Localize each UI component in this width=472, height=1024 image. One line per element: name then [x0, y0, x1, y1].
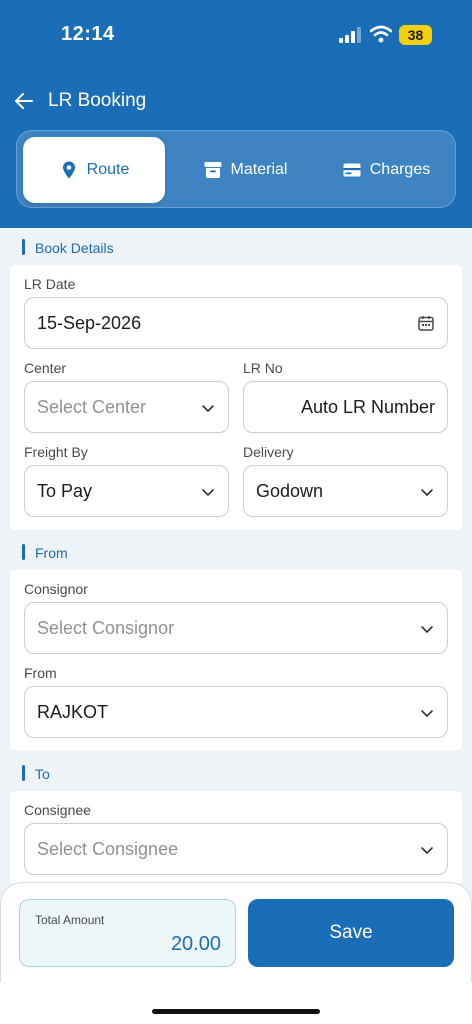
section-header-to: To [10, 755, 462, 791]
chevron-down-icon [421, 489, 433, 496]
tab-route[interactable]: Route [23, 137, 165, 203]
lr-no-label: LR No [243, 360, 283, 376]
delivery-label: Delivery [243, 444, 294, 460]
save-button[interactable]: Save [248, 899, 454, 967]
status-bar: 12:14 38 [0, 0, 472, 70]
consignor-placeholder: Select Consignor [37, 618, 175, 638]
to-card: Consignee Select Consignee [10, 791, 462, 883]
total-amount-label: Total Amount [35, 913, 105, 927]
wifi-icon [370, 25, 392, 43]
chevron-down-icon [202, 405, 214, 412]
back-arrow-icon[interactable] [12, 89, 36, 113]
card-icon [343, 163, 361, 177]
consignee-select[interactable]: Select Consignee [24, 823, 448, 875]
lr-date-field[interactable]: 15-Sep-2026 [24, 297, 448, 349]
consignor-label: Consignor [24, 581, 88, 597]
total-amount-value: 20.00 [170, 933, 221, 955]
freight-by-value: To Pay [37, 481, 93, 501]
from-city-label: From [24, 665, 57, 681]
tab-charges[interactable]: Charges [321, 137, 451, 203]
consignee-label: Consignee [24, 802, 91, 818]
signal-icon [339, 27, 361, 43]
consignor-select[interactable]: Select Consignor [24, 602, 448, 654]
lr-date-label: LR Date [24, 276, 76, 292]
section-title: To [35, 766, 50, 782]
chevron-down-icon [421, 626, 433, 633]
section-title: From [35, 545, 68, 561]
from-city-value: RAJKOT [37, 702, 109, 722]
book-details-card: LR Date 15-Sep-2026 Center Select Center… [10, 265, 462, 530]
chevron-down-icon [202, 489, 214, 496]
chevron-down-icon [421, 710, 433, 717]
app-header: 12:14 38 LR Booking Route Material Charg… [0, 0, 472, 228]
delivery-select[interactable]: Godown [243, 465, 448, 517]
status-time: 12:14 [61, 23, 115, 45]
section-accent-bar [22, 765, 25, 781]
section-accent-bar [22, 544, 25, 560]
lr-no-field[interactable]: Auto LR Number [243, 381, 448, 433]
consignee-placeholder: Select Consignee [37, 839, 179, 859]
center-select[interactable]: Select Center [24, 381, 229, 433]
from-card: Consignor Select Consignor From RAJKOT [10, 570, 462, 750]
home-indicator[interactable] [152, 1009, 320, 1014]
lr-no-value: Auto LR Number [300, 397, 435, 417]
section-title: Book Details [35, 240, 114, 256]
delivery-value: Godown [256, 481, 324, 501]
section-header-book-details: Book Details [10, 229, 462, 265]
total-amount-box: Total Amount 20.00 [19, 899, 236, 967]
chevron-down-icon [421, 847, 433, 854]
battery-indicator: 38 [399, 25, 432, 45]
archive-box-icon [204, 162, 222, 178]
calendar-icon[interactable] [417, 314, 435, 332]
section-header-from: From [10, 534, 462, 570]
tab-route-label: Route [86, 161, 130, 178]
center-placeholder: Select Center [37, 397, 147, 417]
form-content[interactable]: Book Details LR Date 15-Sep-2026 Center … [0, 228, 472, 883]
tab-charges-label: Charges [369, 161, 431, 178]
section-accent-bar [22, 239, 25, 255]
tab-material[interactable]: Material [177, 137, 313, 203]
from-city-select[interactable]: RAJKOT [24, 686, 448, 738]
home-indicator-area [0, 982, 472, 1024]
page-title: LR Booking [48, 90, 147, 111]
freight-by-select[interactable]: To Pay [24, 465, 229, 517]
center-label: Center [24, 360, 67, 376]
tab-material-label: Material [230, 161, 288, 178]
freight-by-label: Freight By [24, 444, 88, 460]
bottom-action-bar: Total Amount 20.00 Save [0, 882, 472, 982]
lr-date-value: 15-Sep-2026 [37, 313, 142, 333]
top-bar: LR Booking [0, 82, 472, 122]
location-pin-icon [62, 161, 75, 179]
tab-bar: Route Material Charges [16, 130, 456, 208]
